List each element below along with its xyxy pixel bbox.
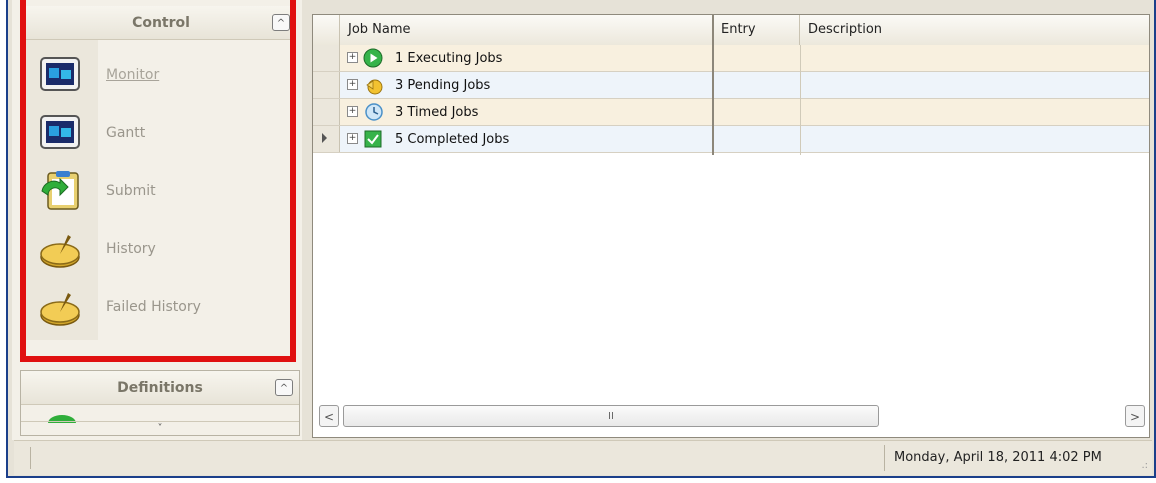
job-name-timed: 3 Timed Jobs	[395, 105, 479, 120]
row-indicator[interactable]	[313, 126, 340, 152]
nav-item-monitor[interactable]: Monitor	[26, 46, 290, 104]
timed-jobs-icon	[365, 103, 383, 121]
horizontal-scrollbar[interactable]: < II >	[319, 405, 1145, 429]
nav-label-gantt: Gantt	[106, 125, 146, 141]
expand-toggle[interactable]: +	[347, 79, 358, 90]
row-indicator[interactable]	[313, 45, 340, 71]
column-description[interactable]: Description	[800, 15, 1149, 45]
definitions-collapse-button[interactable]: ^	[275, 379, 293, 396]
control-collapse-button[interactable]: ^	[272, 14, 290, 31]
column-divider[interactable]	[712, 15, 714, 155]
completed-jobs-icon	[364, 130, 382, 148]
status-divider	[30, 447, 31, 469]
scroll-right-button[interactable]: >	[1125, 405, 1145, 427]
column-job-name[interactable]: Job Name	[340, 15, 713, 45]
scroll-left-button[interactable]: <	[319, 405, 339, 427]
grid-header: Job Name Entry Description	[313, 15, 1149, 46]
control-group-title: Control	[132, 15, 190, 31]
definitions-group-header[interactable]: Definitions ^	[21, 371, 299, 405]
executing-jobs-icon	[363, 48, 383, 68]
job-name-completed: 5 Completed Jobs	[395, 132, 510, 147]
table-row[interactable]: + 1 Executing Jobs	[313, 45, 1149, 72]
status-bar: Monday, April 18, 2011 4:02 PM .:	[14, 440, 1152, 475]
failed-history-icon	[40, 293, 80, 326]
definitions-group-title: Definitions	[117, 380, 203, 396]
table-row[interactable]: + 5 Completed Jobs	[313, 126, 1149, 153]
submit-clipboard-icon	[41, 171, 79, 210]
row-indicator-header	[313, 15, 340, 45]
history-icon	[40, 235, 80, 268]
job-name-pending: 3 Pending Jobs	[395, 78, 491, 93]
monitor-icon	[40, 57, 80, 91]
scroll-thumb[interactable]: II	[343, 405, 879, 427]
column-entry[interactable]: Entry	[713, 15, 800, 45]
nav-item-submit[interactable]: Submit	[26, 162, 290, 220]
nav-label-failed-history: Failed History	[106, 299, 201, 315]
row-indicator[interactable]	[313, 72, 340, 98]
nav-label-monitor: Monitor	[106, 67, 160, 83]
table-row[interactable]: + 3 Pending Jobs	[313, 72, 1149, 99]
control-group-header[interactable]: Control ^	[26, 6, 296, 40]
definitions-panel: Definitions ^ ˅	[20, 370, 300, 436]
column-divider	[800, 45, 801, 155]
nav-overflow-chevron[interactable]: ˅	[21, 421, 299, 436]
expand-toggle[interactable]: +	[347, 52, 358, 63]
status-divider	[884, 445, 885, 471]
status-datetime: Monday, April 18, 2011 4:02 PM	[894, 450, 1102, 465]
gantt-icon	[40, 115, 80, 149]
row-indicator[interactable]	[313, 99, 340, 125]
nav-item-failed-history[interactable]: Failed History	[26, 278, 290, 336]
table-row[interactable]: + 3 Timed Jobs	[313, 99, 1149, 126]
job-name-executing: 1 Executing Jobs	[395, 51, 503, 66]
nav-label-history: History	[106, 241, 156, 257]
nav-label-submit: Submit	[106, 183, 156, 199]
jobs-grid: Job Name Entry Description + 1 Executing…	[312, 14, 1150, 438]
nav-item-gantt[interactable]: Gantt	[26, 104, 290, 162]
expand-toggle[interactable]: +	[347, 133, 358, 144]
expand-toggle[interactable]: +	[347, 106, 358, 117]
pending-jobs-icon	[366, 79, 383, 95]
nav-item-history[interactable]: History	[26, 220, 290, 278]
current-row-arrow-icon	[322, 133, 327, 143]
resize-grip[interactable]: .:	[1141, 460, 1148, 471]
